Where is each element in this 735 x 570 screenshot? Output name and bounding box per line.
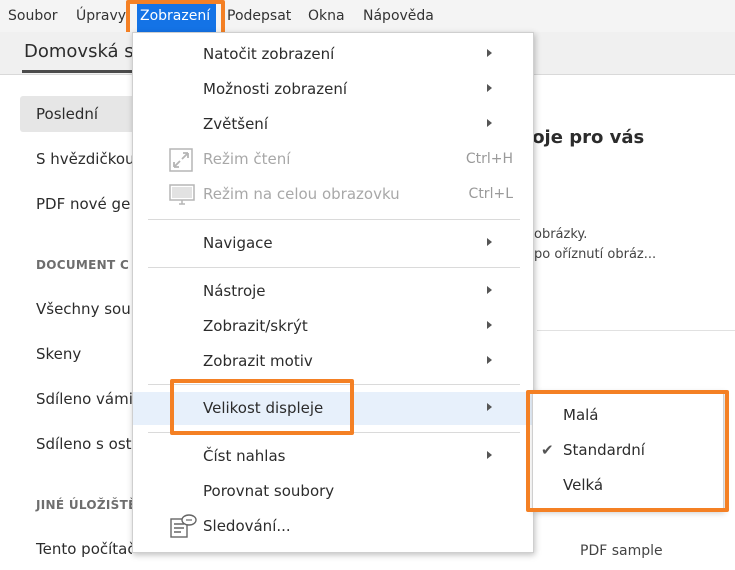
menu-item-reading-mode: Režim čtení Ctrl+H <box>133 143 533 176</box>
menu-item-label: Zvětšení <box>203 115 268 133</box>
sidebar-item-label: Všechny soub <box>36 300 132 318</box>
sidebar-item-recent[interactable]: Poslední <box>20 96 132 132</box>
sidebar-item-scans[interactable]: Skeny <box>20 336 132 372</box>
content-text-line2: po oříznutí obráz... <box>534 247 657 262</box>
menu-item-label: Nástroje <box>203 282 266 300</box>
menu-item-label: Režim čtení <box>203 150 291 168</box>
menu-separator <box>148 432 520 433</box>
menu-item-shortcut: Ctrl+H <box>465 151 513 167</box>
menu-podepsat[interactable]: Podepsat <box>227 0 291 32</box>
view-menu-dropdown: Natočit zobrazení Možnosti zobrazení Zvě… <box>132 32 534 553</box>
menu-item-theme[interactable]: Zobrazit motiv <box>133 345 533 378</box>
submenu-item-standard[interactable]: ✔ Standardní <box>533 434 723 467</box>
tab-home-underline <box>22 70 134 73</box>
tracker-icon <box>170 514 197 538</box>
submenu-arrow-icon <box>487 451 492 459</box>
menu-item-label: Číst nahlas <box>203 447 286 465</box>
sidebar-section-other-storage: JINÉ ÚLOŽIŠTĚ <box>36 498 137 512</box>
submenu-arrow-icon <box>487 84 492 92</box>
sidebar-item-this-computer[interactable]: Tento počítač <box>20 531 132 567</box>
submenu-arrow-icon <box>487 238 492 246</box>
menu-item-navigation[interactable]: Navigace <box>133 227 533 260</box>
submenu-arrow-icon <box>487 119 492 127</box>
sidebar-item-label: Skeny <box>36 345 82 363</box>
sidebar-item-new-pdf[interactable]: PDF nové ge <box>20 186 132 222</box>
sidebar-item-shared-by-you[interactable]: Sdíleno vámi <box>20 381 132 417</box>
submenu-arrow-icon <box>487 286 492 294</box>
display-size-submenu: Malá ✔ Standardní Velká <box>532 391 724 511</box>
menu-item-label: Natočit zobrazení <box>203 45 335 63</box>
submenu-arrow-icon <box>487 321 492 329</box>
sidebar-item-starred[interactable]: S hvězdičkou <box>20 141 132 177</box>
menu-item-zoom[interactable]: Zvětšení <box>133 108 533 141</box>
tab-home[interactable]: Domovská st <box>24 41 141 62</box>
submenu-item-small[interactable]: Malá <box>533 399 723 432</box>
submenu-item-label: Standardní <box>563 441 645 459</box>
menu-separator <box>148 267 520 268</box>
sidebar-item-label: Sdíleno vámi <box>36 390 132 408</box>
menu-item-rotate-view[interactable]: Natočit zobrazení <box>133 38 533 71</box>
menu-item-label: Zobrazit motiv <box>203 352 313 370</box>
submenu-item-large[interactable]: Velká <box>533 469 723 502</box>
content-divider <box>537 330 735 331</box>
submenu-item-label: Velká <box>563 476 604 494</box>
sidebar-section-document-cloud: DOCUMENT C <box>36 258 130 272</box>
menu-separator <box>148 384 520 385</box>
checkmark-icon: ✔ <box>541 441 554 459</box>
sidebar-item-all-files[interactable]: Všechny soub <box>20 291 132 327</box>
menu-bar: Soubor Úpravy Zobrazení Podepsat Okna Ná… <box>0 0 735 32</box>
sidebar-item-label: PDF nové ge <box>36 195 131 213</box>
menu-item-view-options[interactable]: Možnosti zobrazení <box>133 73 533 106</box>
sidebar-item-label: S hvězdičkou <box>36 150 132 168</box>
menu-upravy[interactable]: Úpravy <box>76 0 126 32</box>
menu-item-label: Sledování... <box>203 517 291 535</box>
sidebar-item-label: Poslední <box>36 105 99 123</box>
submenu-arrow-icon <box>487 49 492 57</box>
menu-zobrazeni[interactable]: Zobrazení <box>137 0 216 32</box>
menu-item-label: Navigace <box>203 234 273 252</box>
menu-item-full-screen: Režim na celou obrazovku Ctrl+L <box>133 178 533 211</box>
menu-item-tracker[interactable]: Sledování... <box>133 510 533 543</box>
menu-item-label: Porovnat soubory <box>203 482 335 500</box>
submenu-arrow-icon <box>487 356 492 364</box>
menu-okna[interactable]: Okna <box>308 0 345 32</box>
menu-item-tools[interactable]: Nástroje <box>133 275 533 308</box>
menu-item-label: Možnosti zobrazení <box>203 80 348 98</box>
menu-item-label: Zobrazit/skrýt <box>203 317 308 335</box>
menu-item-show-hide[interactable]: Zobrazit/skrýt <box>133 310 533 343</box>
sidebar-item-label: Sdíleno s ost <box>36 435 132 453</box>
menu-item-label: Velikost displeje <box>203 399 324 417</box>
sidebar-item-shared-with-you[interactable]: Sdíleno s ost <box>20 426 132 462</box>
submenu-item-label: Malá <box>563 406 599 424</box>
menu-item-read-aloud[interactable]: Číst nahlas <box>133 440 533 473</box>
sidebar-item-label: Tento počítač <box>36 540 132 558</box>
menu-separator <box>148 219 520 220</box>
menu-soubor[interactable]: Soubor <box>8 0 58 32</box>
full-screen-icon <box>169 184 195 205</box>
menu-item-display-size[interactable]: Velikost displeje <box>133 392 533 425</box>
content-file-name[interactable]: PDF sample <box>580 543 663 559</box>
menu-item-label: Režim na celou obrazovku <box>203 185 400 203</box>
reading-mode-icon <box>169 148 193 172</box>
submenu-arrow-icon <box>487 403 492 411</box>
menu-item-shortcut: Ctrl+L <box>468 186 513 202</box>
menu-napoveda[interactable]: Nápověda <box>363 0 434 32</box>
menu-item-compare-files[interactable]: Porovnat soubory <box>133 475 533 508</box>
content-text-line1: obrázky. <box>534 227 588 242</box>
